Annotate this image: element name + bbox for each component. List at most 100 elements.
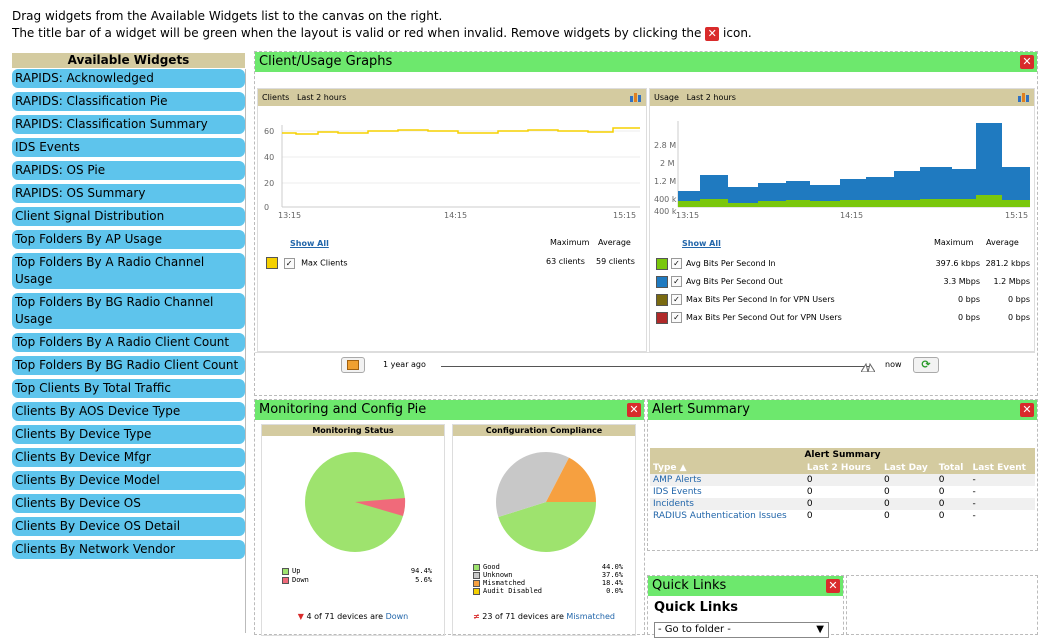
- col-total[interactable]: Total: [936, 462, 970, 474]
- x-tick: 14:15: [444, 211, 468, 220]
- legend-avg: 59 clients: [596, 257, 635, 266]
- legend-avg: 0 bps: [1008, 313, 1030, 322]
- alert-type-link[interactable]: AMP Alerts: [650, 474, 804, 486]
- table-cell: 0: [883, 475, 890, 485]
- available-widget-item[interactable]: RAPIDS: OS Summary: [12, 184, 245, 203]
- available-widget-item[interactable]: Clients By Device OS: [12, 494, 245, 513]
- monitoring-config-title-bar[interactable]: Monitoring and Config Pie ✕: [255, 400, 644, 420]
- table-cell: 0: [883, 487, 890, 497]
- col-type[interactable]: Type ▲: [650, 462, 804, 474]
- table-cell: -: [972, 511, 976, 521]
- legend-row: ✓ Max Clients 63 clients 59 clients: [266, 257, 638, 269]
- available-widget-item[interactable]: Top Folders By BG Radio Client Count: [12, 356, 245, 375]
- slider-end-label: now: [885, 360, 902, 369]
- clients-show-all-link[interactable]: Show All: [290, 239, 329, 248]
- legend-checkbox[interactable]: ✓: [671, 294, 682, 305]
- config-footer-link[interactable]: Mismatched: [566, 612, 615, 621]
- legend-checkbox[interactable]: ✓: [671, 276, 682, 287]
- available-widget-item[interactable]: Clients By Network Vendor: [12, 540, 245, 559]
- available-widget-item[interactable]: RAPIDS: Classification Pie: [12, 92, 245, 111]
- close-icon: ✕: [705, 26, 720, 41]
- slider-handle[interactable]: [860, 361, 876, 373]
- config-compliance-header: Configuration Compliance: [453, 425, 635, 436]
- available-widget-item[interactable]: Top Folders By BG Radio Channel Usage: [12, 293, 245, 329]
- slider-start-label: 1 year ago: [383, 360, 426, 369]
- available-widget-item[interactable]: IDS Events: [12, 138, 245, 157]
- legend-max: 0 bps: [958, 295, 980, 304]
- calendar-button[interactable]: [341, 357, 365, 373]
- alert-type-link[interactable]: IDS Events: [650, 486, 804, 498]
- legend-checkbox[interactable]: ✓: [671, 312, 682, 323]
- clients-graph-label: Clients: [262, 93, 290, 102]
- usage-graph-range: Last 2 hours: [686, 93, 736, 102]
- chart-icon[interactable]: [1018, 92, 1030, 102]
- alert-summary-panel: Alert Summary ✕ Alert Summary Type ▲ Las…: [647, 399, 1038, 551]
- alert-type-link[interactable]: Incidents: [650, 498, 804, 510]
- legend-checkbox[interactable]: ✓: [671, 258, 682, 269]
- slider-track[interactable]: [441, 366, 869, 367]
- alert-type-link[interactable]: RADIUS Authentication Issues: [650, 510, 804, 522]
- available-widget-item[interactable]: Top Folders By AP Usage: [12, 230, 245, 249]
- instructions: Drag widgets from the Available Widgets …: [12, 8, 752, 42]
- folder-select[interactable]: - Go to folder - ▼: [654, 622, 829, 638]
- alert-summary-title-bar[interactable]: Alert Summary ✕: [648, 400, 1037, 420]
- available-widget-item[interactable]: RAPIDS: OS Pie: [12, 161, 245, 180]
- col-last-day[interactable]: Last Day: [881, 462, 936, 474]
- clients-graph-range: Last 2 hours: [296, 93, 347, 102]
- clients-col-max: Maximum: [550, 238, 590, 247]
- table-cell: 0: [938, 475, 945, 485]
- available-widget-item[interactable]: Top Clients By Total Traffic: [12, 379, 245, 398]
- legend-item: Good 44.0%: [473, 563, 623, 571]
- x-tick: 15:15: [1005, 211, 1029, 220]
- folder-select-value: - Go to folder -: [658, 624, 731, 635]
- y-tick: 400 k: [654, 207, 677, 216]
- available-widget-item[interactable]: Clients By Device Type: [12, 425, 245, 444]
- legend-max: 63 clients: [546, 257, 585, 266]
- legend-row: ✓ Max Bits Per Second In for VPN Users 0 b…: [656, 293, 1030, 311]
- close-icon[interactable]: ✕: [1020, 403, 1034, 417]
- close-icon[interactable]: ✕: [1020, 55, 1034, 69]
- available-widget-item[interactable]: Clients By Device OS Detail: [12, 517, 245, 536]
- available-widget-item[interactable]: RAPIDS: Classification Summary: [12, 115, 245, 134]
- usage-col-max: Maximum: [934, 238, 974, 247]
- usage-col-avg: Average: [986, 238, 1019, 247]
- client-usage-title-bar[interactable]: Client/Usage Graphs ✕: [255, 52, 1037, 72]
- close-icon[interactable]: ✕: [627, 403, 641, 417]
- y-tick: 2 M: [660, 159, 675, 168]
- config-pie: [495, 451, 596, 553]
- table-cell: -: [972, 499, 976, 509]
- client-usage-panel: Client/Usage Graphs ✕ Clients Last 2 hou…: [254, 51, 1038, 396]
- usage-legend: ✓ Avg Bits Per Second In 397.6 kbps 281.2 k…: [656, 257, 1030, 329]
- usage-graph-header: Usage Last 2 hours: [650, 89, 1034, 106]
- empty-drop-zone: [846, 575, 1038, 635]
- refresh-icon[interactable]: ⟳: [913, 357, 939, 373]
- available-widget-item[interactable]: Clients By AOS Device Type: [12, 402, 245, 421]
- monitoring-footer-link[interactable]: Down: [386, 612, 409, 621]
- quick-links-panel: Quick Links ✕ Quick Links - Go to folder…: [647, 575, 844, 638]
- usage-graph: Usage Last 2 hours 2.8 M 2 M 1.2 M 400 k…: [649, 88, 1035, 352]
- col-last-2-hours[interactable]: Last 2 Hours: [804, 462, 881, 474]
- not-equal-icon: ≠: [472, 612, 480, 621]
- available-widget-item[interactable]: Top Folders By A Radio Client Count: [12, 333, 245, 352]
- avg-out-area: [678, 123, 1030, 207]
- available-widget-item[interactable]: RAPIDS: Acknowledged: [12, 69, 245, 88]
- quick-links-title-bar[interactable]: Quick Links ✕: [648, 576, 843, 596]
- usage-show-all-link[interactable]: Show All: [682, 239, 721, 248]
- available-widgets-header: Available Widgets: [12, 53, 245, 68]
- legend-item: Up 94.4%: [282, 567, 432, 576]
- y-tick: 60: [264, 127, 275, 136]
- table-cell: 0: [938, 487, 945, 497]
- legend-row: ✓ Max Bits Per Second Out for VPN Users 0 …: [656, 311, 1030, 329]
- available-widget-item[interactable]: Clients By Device Mfgr: [12, 448, 245, 467]
- close-icon[interactable]: ✕: [826, 579, 840, 593]
- instructions-line2-text: The title bar of a widget will be green …: [12, 26, 702, 40]
- available-widget-item[interactable]: Top Folders By A Radio Channel Usage: [12, 253, 245, 289]
- legend-checkbox[interactable]: ✓: [283, 257, 295, 269]
- clients-graph-header: Clients Last 2 hours: [258, 89, 646, 106]
- available-widget-item[interactable]: Clients By Device Model: [12, 471, 245, 490]
- available-widget-item[interactable]: Client Signal Distribution: [12, 207, 245, 226]
- legend-max: 0 bps: [958, 313, 980, 322]
- chart-icon[interactable]: [630, 92, 642, 102]
- alert-table-header: Type ▲ Last 2 Hours Last Day Total Last …: [650, 462, 1035, 474]
- col-last-event[interactable]: Last Event: [969, 462, 1035, 474]
